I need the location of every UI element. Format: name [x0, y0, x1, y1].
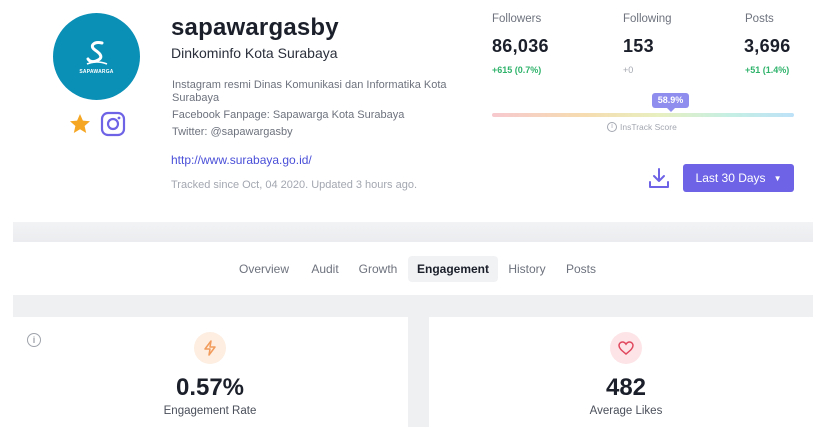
- posts-value: 3,696: [744, 36, 791, 56]
- website-link[interactable]: http://www.surabaya.go.id/: [171, 153, 312, 167]
- tracked-since-text: Tracked since Oct, 04 2020. Updated 3 ho…: [171, 179, 418, 191]
- followers-change: +615 (0.7%): [492, 65, 542, 75]
- average-likes-label: Average Likes: [589, 405, 663, 417]
- instrack-score-bar: [492, 113, 794, 117]
- tab-bar: Overview Audit Growth Engagement History…: [0, 242, 813, 295]
- average-likes-value: 482: [605, 374, 647, 401]
- posts-change: +51 (1.4%): [745, 65, 790, 75]
- tab-history[interactable]: History: [502, 256, 552, 282]
- engagement-rate-value: 0.57%: [175, 374, 245, 401]
- sapawarga-logo-icon: [86, 40, 107, 65]
- bolt-icon: [194, 332, 226, 364]
- tab-overview[interactable]: Overview: [232, 256, 296, 282]
- bio-line: Twitter: @sapawargasby: [172, 126, 293, 138]
- instrack-score-text: InsTrack Score: [620, 122, 677, 132]
- avatar-caption: SAPAWARGA: [79, 68, 114, 75]
- bio: Instagram resmi Dinas Komunikasi dan Inf…: [172, 79, 482, 139]
- followers-value: 86,036: [492, 36, 549, 56]
- instrack-score-badge: 58.9%: [652, 93, 689, 112]
- info-icon[interactable]: i: [27, 333, 41, 347]
- date-range-label: Last 30 Days: [695, 171, 766, 185]
- posts-label: Posts: [745, 13, 774, 25]
- following-label: Following: [623, 13, 672, 25]
- bio-line: Instagram resmi Dinas Komunikasi dan Inf…: [172, 79, 447, 91]
- following-value: 153: [623, 36, 654, 56]
- chevron-down-icon: ▼: [773, 173, 782, 183]
- following-change: +0: [623, 65, 634, 75]
- followers-label: Followers: [492, 13, 542, 25]
- avatar[interactable]: SAPAWARGA: [53, 13, 140, 100]
- star-icon[interactable]: [68, 112, 92, 136]
- tab-engagement[interactable]: Engagement: [408, 256, 498, 282]
- profile-header: SAPAWARGA sapawargasby Dinkominfo Kota S…: [0, 0, 813, 222]
- heart-icon: [610, 332, 642, 364]
- instagram-icon[interactable]: [100, 111, 126, 137]
- tab-audit[interactable]: Audit: [304, 256, 346, 282]
- bio-line: Facebook Fanpage: Sapawarga Kota Surabay…: [172, 109, 405, 121]
- section-divider: [13, 222, 813, 242]
- bio-line: Surabaya: [172, 92, 220, 104]
- username: sapawargasby: [171, 14, 339, 41]
- info-icon[interactable]: i: [607, 122, 617, 132]
- tab-growth[interactable]: Growth: [352, 256, 404, 282]
- engagement-rate-label: Engagement Rate: [163, 405, 257, 417]
- instrack-score-label: i InsTrack Score: [607, 122, 677, 132]
- date-range-button[interactable]: Last 30 Days ▼: [683, 164, 794, 192]
- tab-posts[interactable]: Posts: [559, 256, 603, 282]
- full-name: Dinkominfo Kota Surabaya: [171, 45, 338, 61]
- download-icon[interactable]: [647, 166, 671, 190]
